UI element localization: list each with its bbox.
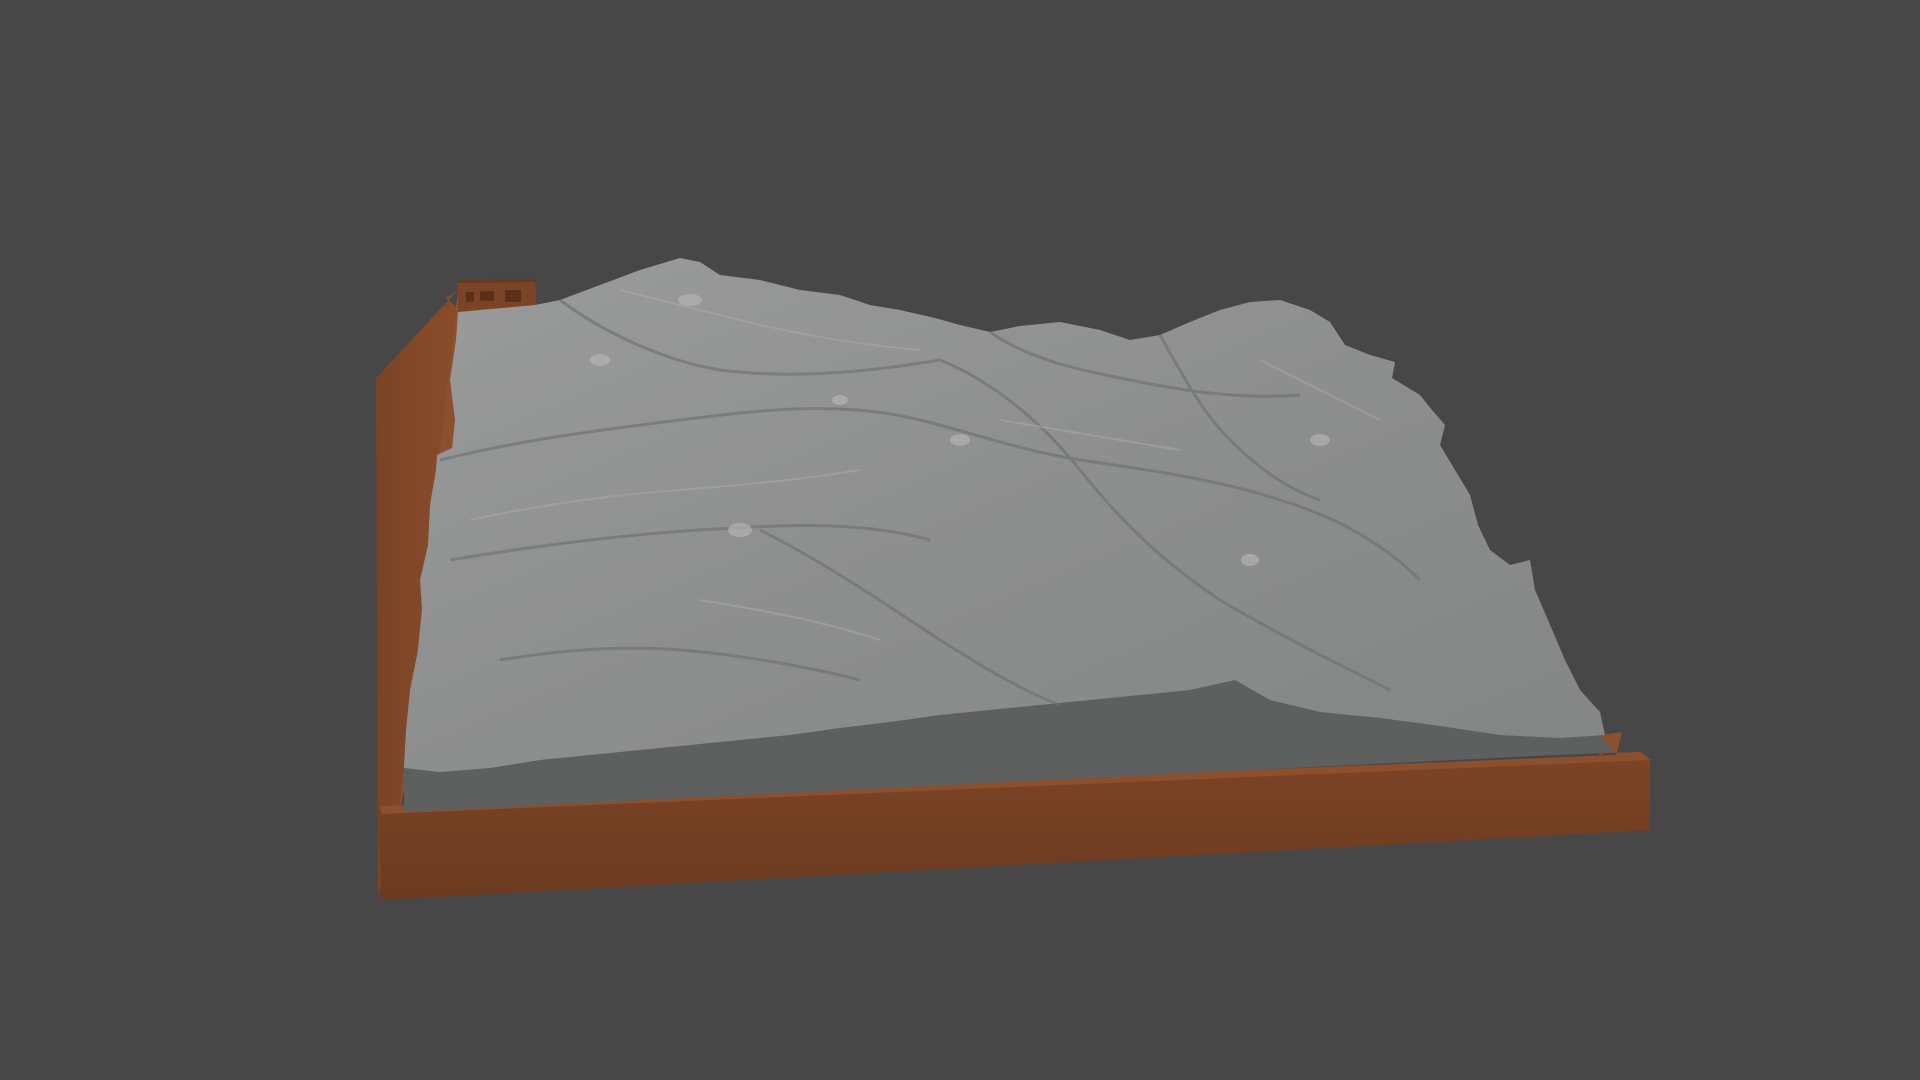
3d-viewport[interactable]	[0, 0, 1920, 1080]
terrain-model-render	[376, 258, 1652, 900]
terrain-surface	[404, 258, 1605, 772]
